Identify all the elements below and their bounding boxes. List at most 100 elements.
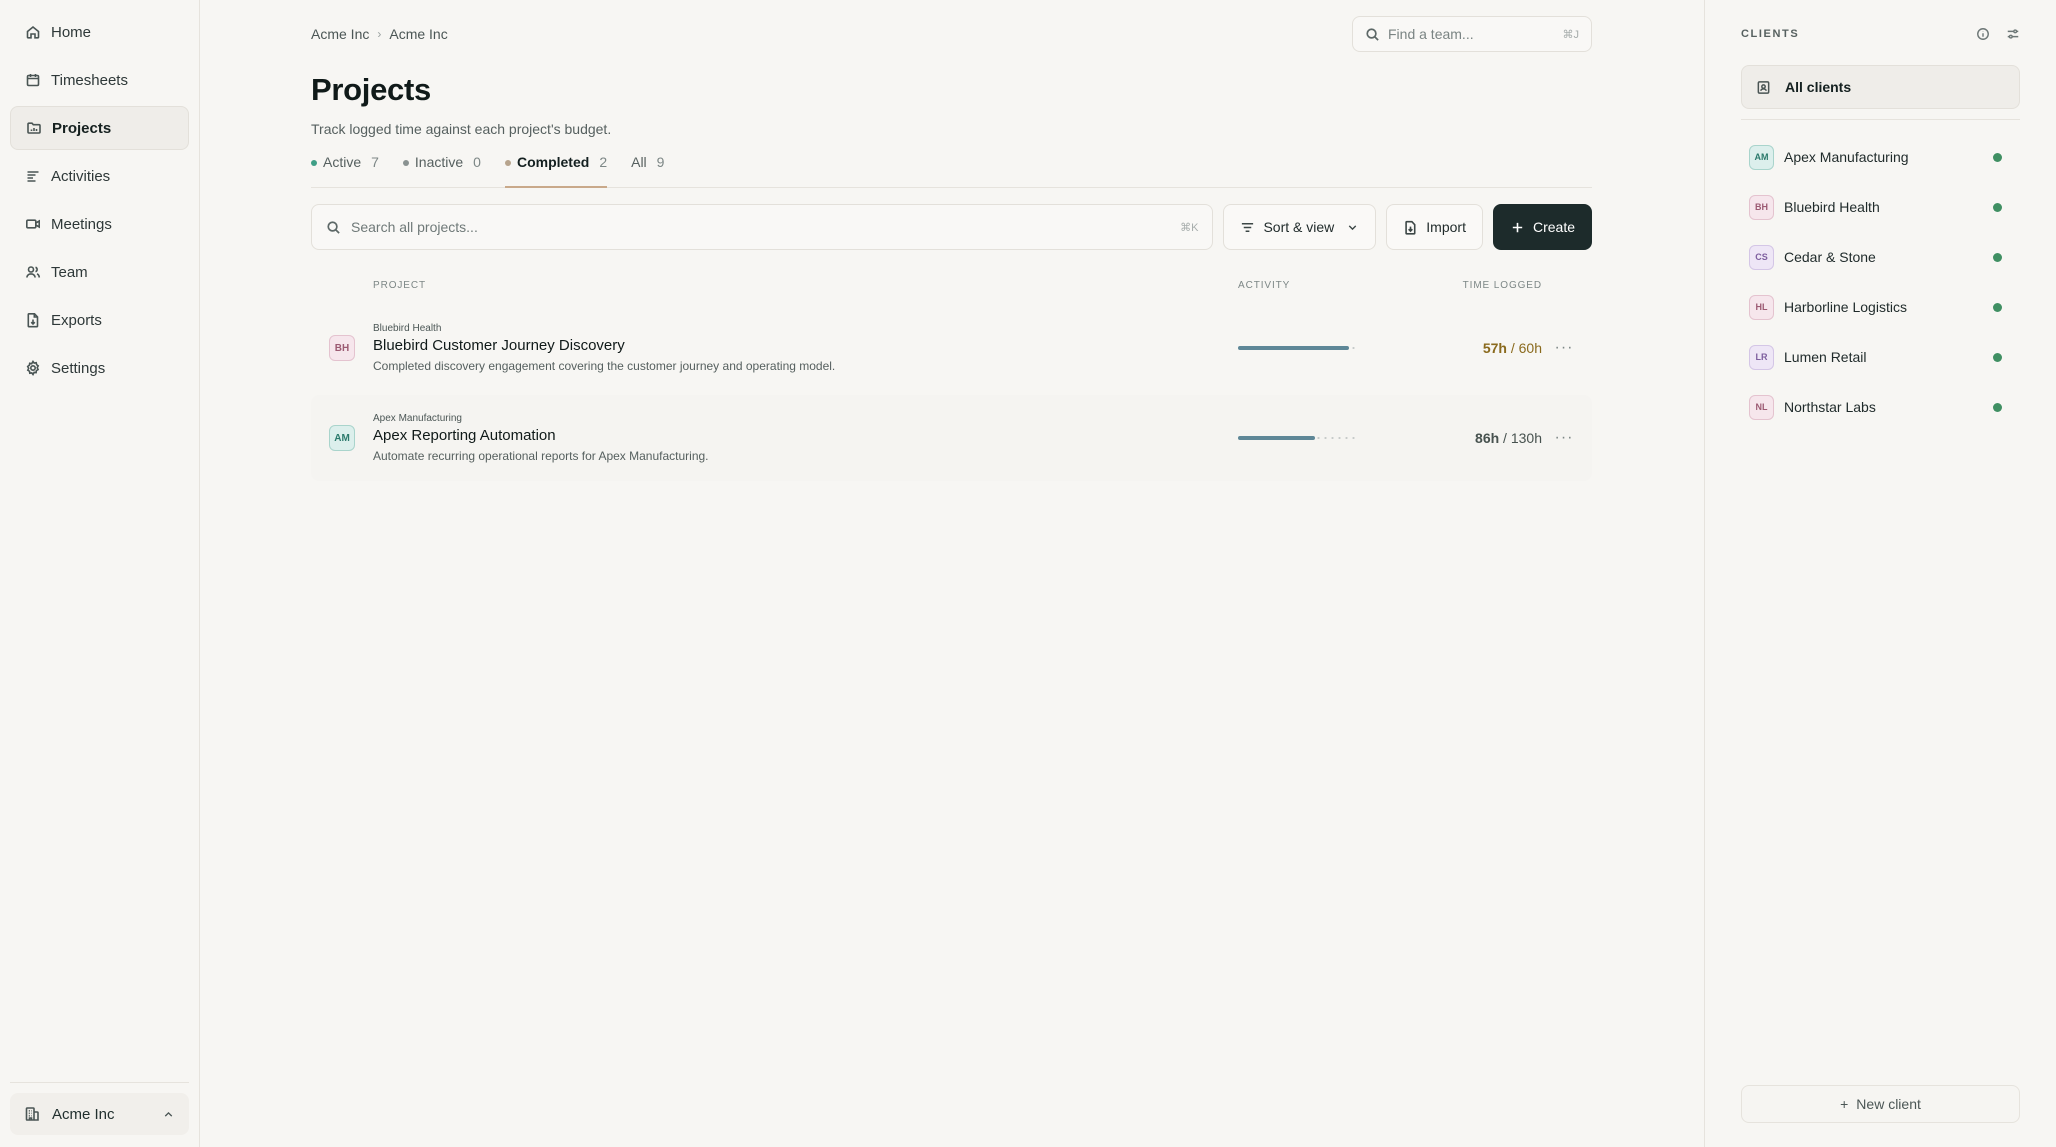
chevron-down-icon <box>1349 224 1357 230</box>
column-header-time: TIME LOGGED <box>1462 279 1542 291</box>
tab-completed[interactable]: Completed 2 <box>504 151 608 188</box>
client-avatar: CS <box>1749 244 1774 270</box>
file-import-icon <box>1405 220 1416 235</box>
list-icon <box>27 171 39 182</box>
status-dot <box>1993 302 2002 312</box>
more-options-icon[interactable]: ··· <box>1542 429 1586 447</box>
status-dot <box>1993 252 2002 262</box>
workspace-name: Acme Inc <box>52 1105 115 1123</box>
search-icon <box>1366 27 1379 41</box>
tab-label: All <box>631 154 647 170</box>
client-avatar: NL <box>1749 394 1774 420</box>
create-button[interactable]: Create <box>1492 204 1592 250</box>
sort-view-button[interactable]: Sort & view <box>1223 204 1377 250</box>
chevron-up-icon <box>164 1111 173 1117</box>
sidebar-item-label: Exports <box>51 311 102 329</box>
import-label: Import <box>1426 219 1466 235</box>
sidebar-nav: Home Timesheets Projects Activities Meet… <box>10 10 189 390</box>
sidebar-item-projects[interactable]: Projects <box>10 106 189 150</box>
search-icon <box>327 220 340 234</box>
info-icon[interactable] <box>1976 27 1990 41</box>
status-dot <box>1993 402 2002 412</box>
sidebar-item-home[interactable]: Home <box>10 10 189 54</box>
video-icon <box>25 219 40 229</box>
client-avatar: BH <box>1749 194 1774 220</box>
new-client-button[interactable]: + New client <box>1741 1085 2020 1123</box>
all-clients-item[interactable]: All clients <box>1741 65 2020 109</box>
gear-icon <box>26 360 40 376</box>
time-logged: 57h / 60h <box>1482 340 1542 356</box>
time-logged-value: 86h <box>1475 430 1500 446</box>
client-name: Cedar & Stone <box>1784 249 1876 265</box>
breadcrumb: Acme Inc › Acme Inc <box>311 26 448 42</box>
project-search-placeholder: Search all projects... <box>351 219 478 235</box>
sidebar-item-activities[interactable]: Activities <box>10 154 189 198</box>
client-name: Harborline Logistics <box>1784 299 1907 315</box>
client-name: Bluebird Health <box>1784 199 1880 215</box>
project-name[interactable]: Bluebird Customer Journey Discovery <box>373 337 1238 354</box>
workspace-section: Acme Inc <box>10 1082 189 1135</box>
status-dot <box>402 160 409 166</box>
client-item[interactable]: AM Apex Manufacturing <box>1741 132 2020 182</box>
status-dot <box>311 160 317 166</box>
client-item[interactable]: BH Bluebird Health <box>1741 182 2020 232</box>
client-item[interactable]: NL Northstar Labs <box>1741 382 2020 432</box>
client-item[interactable]: HL Harborline Logistics <box>1741 282 2020 332</box>
sidebar-item-exports[interactable]: Exports <box>10 298 189 342</box>
time-budget-value: 60h <box>1518 340 1542 356</box>
tab-active[interactable]: Active 7 <box>311 151 379 187</box>
workspace-switcher[interactable]: Acme Inc <box>10 1093 189 1135</box>
all-clients-label: All clients <box>1785 79 1852 95</box>
sidebar-item-label: Projects <box>52 119 112 137</box>
sidebar-item-label: Settings <box>51 359 106 377</box>
project-description: Completed discovery engagement covering … <box>373 359 836 373</box>
home-icon <box>26 25 40 39</box>
sidebar-item-label: Team <box>51 263 88 281</box>
project-search-input[interactable]: Search all projects... ⌘K <box>311 204 1214 250</box>
team-search-input[interactable]: Find a team... ⌘J <box>1352 16 1592 52</box>
client-name: Northstar Labs <box>1784 399 1876 415</box>
project-client: Bluebird Health <box>373 323 442 334</box>
more-options-icon[interactable]: ··· <box>1542 339 1586 357</box>
activity-bar-fill <box>1238 436 1316 440</box>
filter-lines-icon <box>1242 222 1254 232</box>
sliders-icon[interactable] <box>2006 27 2020 41</box>
client-avatar: HL <box>1749 294 1774 320</box>
project-info: Bluebird Health Bluebird Customer Journe… <box>373 323 1238 373</box>
sidebar-item-timesheets[interactable]: Timesheets <box>10 58 189 102</box>
breadcrumb-item[interactable]: Acme Inc <box>389 26 447 42</box>
project-info: Apex Manufacturing Apex Reporting Automa… <box>373 413 1238 463</box>
activity-bar-fill <box>1238 346 1350 350</box>
client-item[interactable]: CS Cedar & Stone <box>1741 232 2020 282</box>
clients-panel-title: CLIENTS <box>1741 28 1800 40</box>
calendar-icon <box>26 74 40 87</box>
time-logged-value: 57h <box>1482 340 1507 356</box>
main-content: Acme Inc › Acme Inc Find a team... ⌘J Pr… <box>200 0 1704 1147</box>
tab-all[interactable]: All 9 <box>631 151 664 187</box>
sidebar-item-settings[interactable]: Settings <box>10 346 189 390</box>
client-avatar: AM <box>1749 144 1774 170</box>
plus-icon: + <box>1840 1096 1849 1112</box>
sidebar-item-label: Activities <box>51 167 111 185</box>
client-avatar: BH <box>329 335 355 361</box>
tab-count: 0 <box>473 154 481 170</box>
sidebar-item-label: Meetings <box>51 215 112 233</box>
new-client-label: New client <box>1856 1096 1921 1112</box>
users-icon <box>26 266 41 278</box>
import-button[interactable]: Import <box>1386 204 1483 250</box>
activity-bar <box>1238 436 1355 440</box>
client-avatar: AM <box>329 425 355 451</box>
tab-count: 2 <box>599 154 608 170</box>
table-row[interactable]: AM Apex Manufacturing Apex Reporting Aut… <box>311 395 1592 481</box>
breadcrumb-item[interactable]: Acme Inc <box>311 26 369 42</box>
sidebar-item-team[interactable]: Team <box>10 250 189 294</box>
time-logged: 86h / 130h <box>1475 430 1542 446</box>
page-subtitle: Track logged time against each project's… <box>311 121 612 137</box>
client-list: AM Apex Manufacturing BH Bluebird Health… <box>1741 132 2020 432</box>
table-row[interactable]: BH Bluebird Health Bluebird Customer Jou… <box>311 305 1592 391</box>
tab-inactive[interactable]: Inactive 0 <box>402 151 481 187</box>
client-item[interactable]: LR Lumen Retail <box>1741 332 2020 382</box>
sidebar-item-meetings[interactable]: Meetings <box>10 202 189 246</box>
sidebar-item-label: Home <box>51 23 92 41</box>
project-name[interactable]: Apex Reporting Automation <box>373 427 1238 444</box>
